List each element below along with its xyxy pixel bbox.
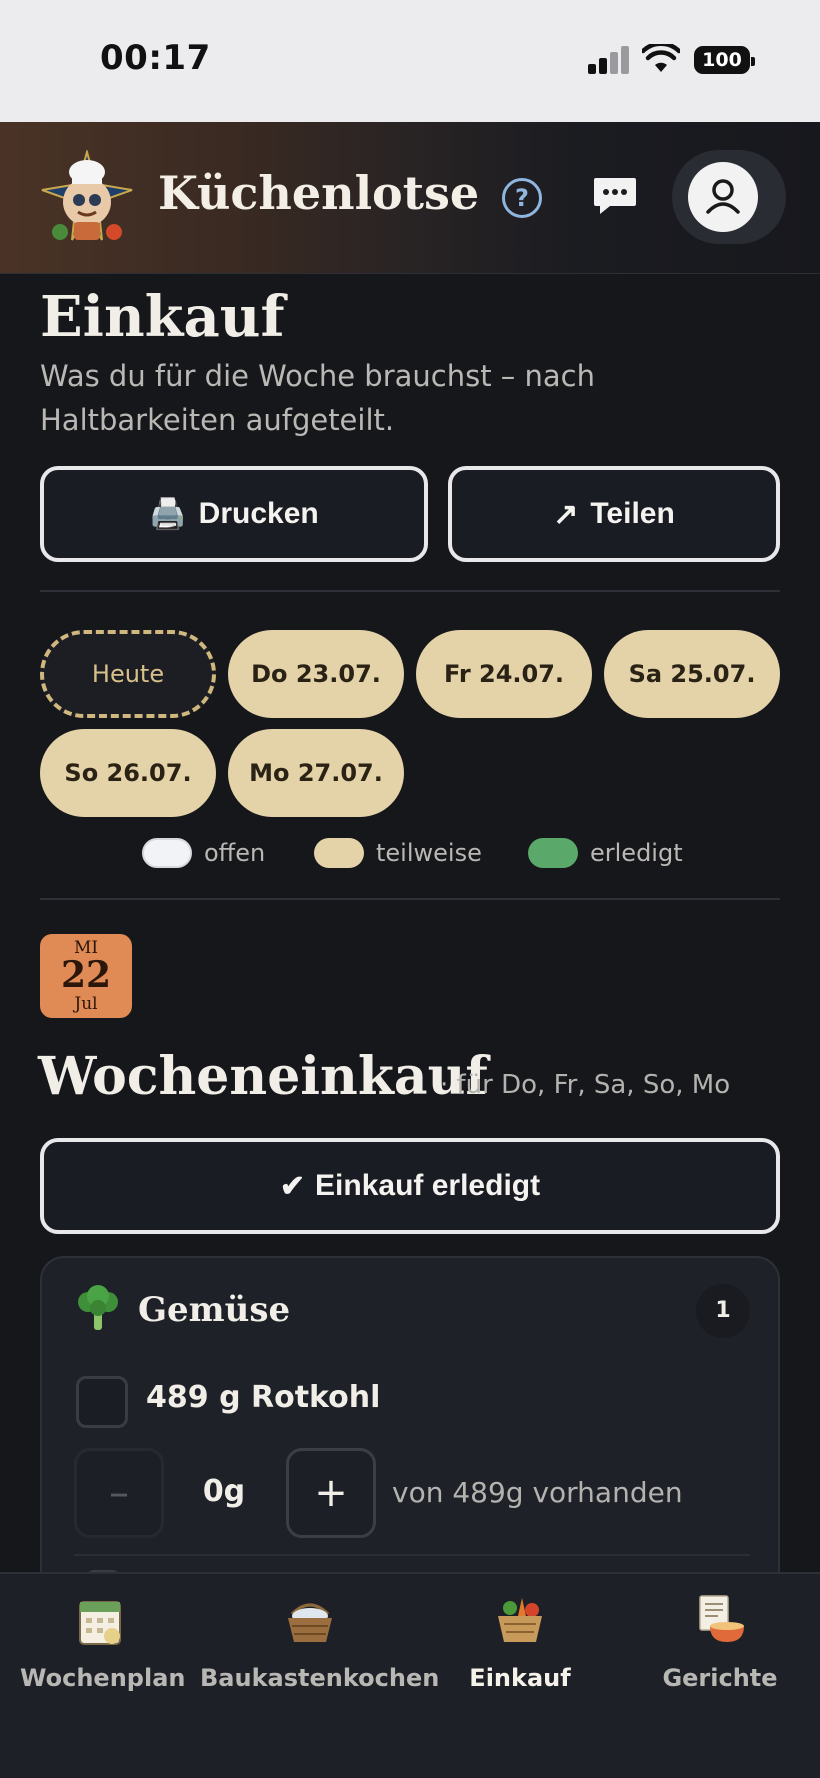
shopping-done-label: Einkauf erledigt bbox=[315, 1169, 541, 1202]
legend-item-partial: teilweise bbox=[314, 838, 482, 868]
item-label: 489 g Rotkohl bbox=[146, 1380, 381, 1415]
legend-label: teilweise bbox=[376, 839, 482, 867]
avatar[interactable] bbox=[688, 162, 758, 232]
nav-label: Gerichte bbox=[662, 1664, 778, 1692]
battery-icon: 100 bbox=[694, 46, 755, 74]
available-note: von 489g vorhanden bbox=[392, 1476, 683, 1509]
day-chip-today[interactable]: Heute bbox=[40, 630, 216, 718]
section-title: Wocheneinkauf bbox=[38, 1046, 488, 1107]
nav-item-baukastenkochen[interactable]: Baukastenkochen bbox=[200, 1592, 440, 1692]
vegetable-basket-icon bbox=[498, 1598, 542, 1642]
legend-swatch bbox=[142, 838, 192, 868]
nav-item-wochenplan[interactable]: Wochenplan bbox=[20, 1592, 186, 1692]
section-subtitle: · für Do, Fr, Sa, So, Mo bbox=[440, 1070, 731, 1100]
profile-button[interactable] bbox=[672, 150, 786, 244]
nav-item-einkauf[interactable]: Einkauf bbox=[440, 1592, 600, 1692]
basket-icon bbox=[288, 1603, 332, 1642]
share-button[interactable]: ↗ Teilen bbox=[448, 466, 780, 562]
legend-label: offen bbox=[204, 839, 266, 867]
app-logo[interactable] bbox=[38, 150, 136, 248]
page-title: Einkauf bbox=[40, 284, 285, 350]
legend-item-done: erledigt bbox=[528, 838, 683, 868]
user-icon bbox=[706, 179, 740, 214]
share-button-label: Teilen bbox=[590, 497, 675, 530]
day-chip[interactable]: Fr 24.07. bbox=[416, 630, 592, 718]
nav-item-gerichte[interactable]: Gerichte bbox=[640, 1592, 800, 1692]
bottom-nav: Wochenplan Baukastenkochen Einkauf Geric… bbox=[0, 1572, 820, 1778]
legend-swatch bbox=[314, 838, 364, 868]
divider bbox=[40, 590, 780, 592]
shopping-done-button[interactable]: ✔ Einkauf erledigt bbox=[40, 1138, 780, 1234]
date-badge: MI 22 Jul bbox=[40, 934, 132, 1018]
divider bbox=[74, 1554, 750, 1556]
legend-swatch bbox=[528, 838, 578, 868]
day-chip[interactable]: Do 23.07. bbox=[228, 630, 404, 718]
checkmark-icon: ✔ bbox=[279, 1169, 306, 1203]
help-icon[interactable]: ? bbox=[502, 178, 542, 218]
wifi-icon bbox=[642, 44, 680, 72]
date-month: Jul bbox=[74, 994, 98, 1014]
decrement-button[interactable]: – bbox=[74, 1448, 164, 1538]
quantity-value: 0g bbox=[202, 1474, 246, 1509]
broccoli-icon bbox=[78, 1285, 118, 1330]
app-header: Küchenlotse ? bbox=[0, 122, 820, 274]
status-bar: 00:17 100 bbox=[0, 0, 820, 122]
cellular-signal-icon bbox=[588, 46, 630, 74]
legend-item-open: offen bbox=[142, 838, 265, 868]
category-title: Gemüse bbox=[138, 1290, 291, 1330]
share-arrow-icon: ↗ bbox=[553, 497, 579, 531]
app-title: Küchenlotse bbox=[158, 166, 480, 220]
recipe-bowl-icon bbox=[699, 1595, 744, 1642]
calendar-icon bbox=[79, 1601, 121, 1645]
divider bbox=[40, 898, 780, 900]
increment-button[interactable]: + bbox=[286, 1448, 376, 1538]
nav-label: Baukastenkochen bbox=[200, 1664, 440, 1692]
date-day: 22 bbox=[60, 954, 112, 996]
print-button-label: Drucken bbox=[198, 497, 319, 530]
nav-label: Einkauf bbox=[469, 1664, 571, 1692]
day-chip[interactable]: Sa 25.07. bbox=[604, 630, 780, 718]
legend-label: erledigt bbox=[590, 839, 683, 867]
chat-icon[interactable] bbox=[592, 174, 638, 218]
print-button[interactable]: 🖨️ Drucken bbox=[40, 466, 428, 562]
nav-label: Wochenplan bbox=[20, 1664, 186, 1692]
item-checkbox[interactable] bbox=[76, 1376, 128, 1428]
category-count-badge: 1 bbox=[696, 1284, 750, 1338]
day-chip[interactable]: Mo 27.07. bbox=[228, 729, 404, 817]
status-time: 00:17 bbox=[100, 38, 211, 78]
page-subtitle: Was du für die Woche brauchst – nach Hal… bbox=[40, 359, 595, 437]
printer-icon: 🖨️ bbox=[149, 497, 187, 531]
category-card-vegetables: Gemüse 1 489 g Rotkohl – 0g + von 489g v… bbox=[40, 1256, 780, 1596]
day-chip[interactable]: So 26.07. bbox=[40, 729, 216, 817]
